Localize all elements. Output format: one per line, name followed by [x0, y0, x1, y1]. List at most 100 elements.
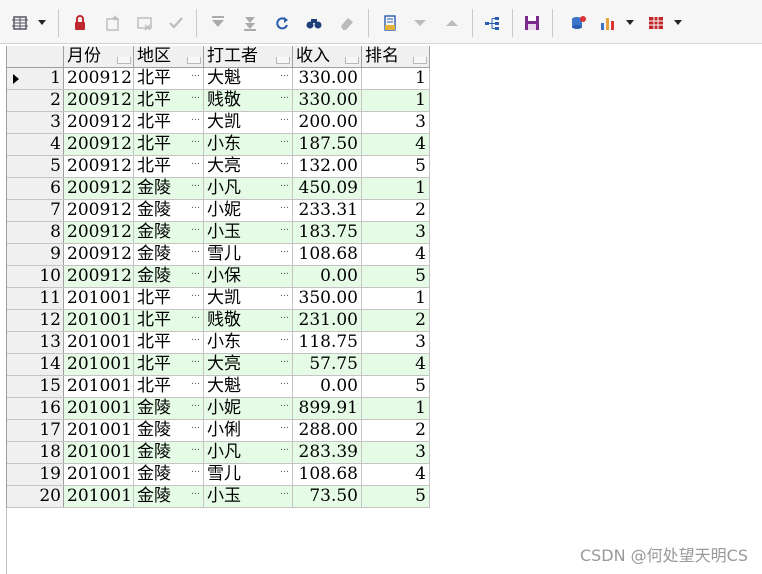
- cell-rank[interactable]: 2: [362, 310, 430, 331]
- cell-ellipsis-icon[interactable]: …: [280, 376, 289, 388]
- table-icon[interactable]: [646, 13, 666, 33]
- cell-ellipsis-icon[interactable]: …: [191, 288, 200, 300]
- cell-income[interactable]: 231.00: [293, 310, 362, 331]
- cell-ellipsis-icon[interactable]: …: [191, 398, 200, 410]
- cell-region[interactable]: 北平…: [134, 354, 204, 375]
- refresh-icon[interactable]: [272, 13, 292, 33]
- cell-region[interactable]: 金陵…: [134, 398, 204, 419]
- cell-worker[interactable]: 小妮…: [204, 200, 293, 221]
- find-icon[interactable]: [304, 13, 324, 33]
- row-number[interactable]: 2: [7, 90, 64, 111]
- table-row[interactable]: 2 200912 北平 … 贱敬 … 330.00 1: [7, 90, 430, 112]
- cell-month[interactable]: 200912: [64, 156, 134, 177]
- cell-region[interactable]: 金陵…: [134, 178, 204, 199]
- cell-income[interactable]: 330.00: [293, 90, 362, 111]
- cell-worker[interactable]: 小玉…: [204, 486, 293, 507]
- row-number[interactable]: 4: [7, 134, 64, 155]
- cell-rank[interactable]: 5: [362, 376, 430, 397]
- cell-ellipsis-icon[interactable]: …: [191, 68, 200, 80]
- row-number[interactable]: 12: [7, 310, 64, 331]
- cell-rank[interactable]: 4: [362, 134, 430, 155]
- cell-worker[interactable]: 小东…: [204, 134, 293, 155]
- table-row[interactable]: 17 201001 金陵 … 小俐 … 288.00 2: [7, 420, 430, 442]
- cell-ellipsis-icon[interactable]: …: [280, 266, 289, 278]
- export-icon[interactable]: [380, 13, 400, 33]
- table-row[interactable]: 7 200912 金陵 … 小妮 … 233.31 2: [7, 200, 430, 222]
- cell-worker[interactable]: 大凯…: [204, 112, 293, 133]
- cell-ellipsis-icon[interactable]: …: [191, 420, 200, 432]
- cell-ellipsis-icon[interactable]: …: [280, 332, 289, 344]
- cell-income[interactable]: 899.91: [293, 398, 362, 419]
- cell-ellipsis-icon[interactable]: …: [191, 354, 200, 366]
- cell-month[interactable]: 200912: [64, 178, 134, 199]
- cell-ellipsis-icon[interactable]: …: [280, 486, 289, 498]
- cell-ellipsis-icon[interactable]: …: [191, 310, 200, 322]
- cell-ellipsis-icon[interactable]: …: [280, 288, 289, 300]
- table-row[interactable]: 8 200912 金陵 … 小玉 … 183.75 3: [7, 222, 430, 244]
- cell-ellipsis-icon[interactable]: …: [280, 310, 289, 322]
- cell-income[interactable]: 118.75: [293, 332, 362, 353]
- column-filter-icon[interactable]: [187, 57, 201, 64]
- check-icon[interactable]: [166, 13, 186, 33]
- column-filter-icon[interactable]: [345, 57, 359, 64]
- cell-ellipsis-icon[interactable]: …: [191, 266, 200, 278]
- table-row[interactable]: 15 201001 北平 … 大魁 … 0.00 5: [7, 376, 430, 398]
- row-number[interactable]: 8: [7, 222, 64, 243]
- cell-region[interactable]: 北平…: [134, 90, 204, 111]
- cell-month[interactable]: 201001: [64, 288, 134, 309]
- grid-settings-dropdown-icon[interactable]: [38, 20, 46, 25]
- table-row[interactable]: 1 200912 北平 … 大魁 … 330.00 1: [7, 68, 430, 90]
- cell-month[interactable]: 200912: [64, 200, 134, 221]
- column-filter-icon[interactable]: [117, 57, 131, 64]
- cell-rank[interactable]: 5: [362, 486, 430, 507]
- cell-region[interactable]: 金陵…: [134, 266, 204, 287]
- cell-ellipsis-icon[interactable]: …: [191, 200, 200, 212]
- cell-income[interactable]: 183.75: [293, 222, 362, 243]
- row-number[interactable]: 1: [7, 68, 64, 89]
- cell-month[interactable]: 200912: [64, 90, 134, 111]
- cell-month[interactable]: 201001: [64, 332, 134, 353]
- move-up-icon[interactable]: [442, 13, 462, 33]
- cell-ellipsis-icon[interactable]: …: [280, 354, 289, 366]
- cell-income[interactable]: 233.31: [293, 200, 362, 221]
- table-row[interactable]: 3 200912 北平 … 大凯 … 200.00 3: [7, 112, 430, 134]
- row-number[interactable]: 19: [7, 464, 64, 485]
- cell-worker[interactable]: 小保…: [204, 266, 293, 287]
- cell-region[interactable]: 金陵…: [134, 442, 204, 463]
- table-row[interactable]: 12 201001 北平 … 贱敬 … 231.00 2: [7, 310, 430, 332]
- cell-region[interactable]: 北平…: [134, 68, 204, 89]
- table-row[interactable]: 6 200912 金陵 … 小凡 … 450.09 1: [7, 178, 430, 200]
- table-row[interactable]: 5 200912 北平 … 大亮 … 132.00 5: [7, 156, 430, 178]
- cell-worker[interactable]: 小俐…: [204, 420, 293, 441]
- save-icon[interactable]: [522, 13, 542, 33]
- sort-icon[interactable]: [240, 13, 260, 33]
- cell-rank[interactable]: 3: [362, 332, 430, 353]
- cell-month[interactable]: 200912: [64, 112, 134, 133]
- column-header-rank[interactable]: 排名: [362, 46, 430, 67]
- cell-region[interactable]: 北平…: [134, 332, 204, 353]
- cell-region[interactable]: 北平…: [134, 288, 204, 309]
- cell-income[interactable]: 200.00: [293, 112, 362, 133]
- cell-month[interactable]: 200912: [64, 68, 134, 89]
- table-row[interactable]: 19 201001 金陵 … 雪儿 … 108.68 4: [7, 464, 430, 486]
- cell-region[interactable]: 北平…: [134, 310, 204, 331]
- cell-worker[interactable]: 小凡…: [204, 442, 293, 463]
- cell-ellipsis-icon[interactable]: …: [280, 222, 289, 234]
- cell-region[interactable]: 北平…: [134, 134, 204, 155]
- tree-icon[interactable]: [482, 13, 502, 33]
- cell-rank[interactable]: 5: [362, 266, 430, 287]
- cell-region[interactable]: 金陵…: [134, 222, 204, 243]
- cell-worker[interactable]: 小凡…: [204, 178, 293, 199]
- cell-ellipsis-icon[interactable]: …: [280, 200, 289, 212]
- cell-income[interactable]: 288.00: [293, 420, 362, 441]
- cell-rank[interactable]: 1: [362, 178, 430, 199]
- cell-region[interactable]: 金陵…: [134, 464, 204, 485]
- eraser-icon[interactable]: [337, 13, 357, 33]
- cell-income[interactable]: 108.68: [293, 464, 362, 485]
- cell-rank[interactable]: 4: [362, 244, 430, 265]
- cell-ellipsis-icon[interactable]: …: [280, 464, 289, 476]
- cell-income[interactable]: 330.00: [293, 68, 362, 89]
- cell-worker[interactable]: 大凯…: [204, 288, 293, 309]
- cell-rank[interactable]: 2: [362, 200, 430, 221]
- cell-month[interactable]: 201001: [64, 442, 134, 463]
